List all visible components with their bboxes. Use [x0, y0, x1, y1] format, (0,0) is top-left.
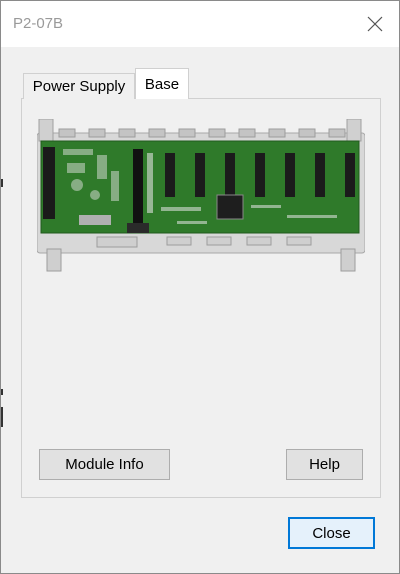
window-title: P2-07B — [13, 15, 64, 32]
tab-power-supply[interactable]: Power Supply — [23, 73, 135, 99]
module-info-label: Module Info — [65, 456, 144, 473]
title-bar: P2-07B — [1, 1, 399, 47]
help-label: Help — [309, 456, 340, 473]
tab-label: Base — [144, 75, 180, 93]
dialog-window: P2-07B Power Supply Base Module Info Hel… — [0, 0, 400, 574]
tab-label: Power Supply — [32, 78, 126, 95]
close-label: Close — [312, 524, 351, 542]
edge-mark — [1, 407, 3, 427]
module-image — [36, 118, 366, 277]
module-info-button[interactable]: Module Info — [39, 449, 170, 480]
tab-base[interactable]: Base — [135, 68, 189, 99]
edge-mark — [1, 389, 3, 395]
close-button[interactable]: Close — [288, 517, 375, 549]
help-button[interactable]: Help — [286, 449, 363, 480]
edge-mark — [1, 179, 3, 187]
close-icon[interactable] — [357, 9, 393, 39]
